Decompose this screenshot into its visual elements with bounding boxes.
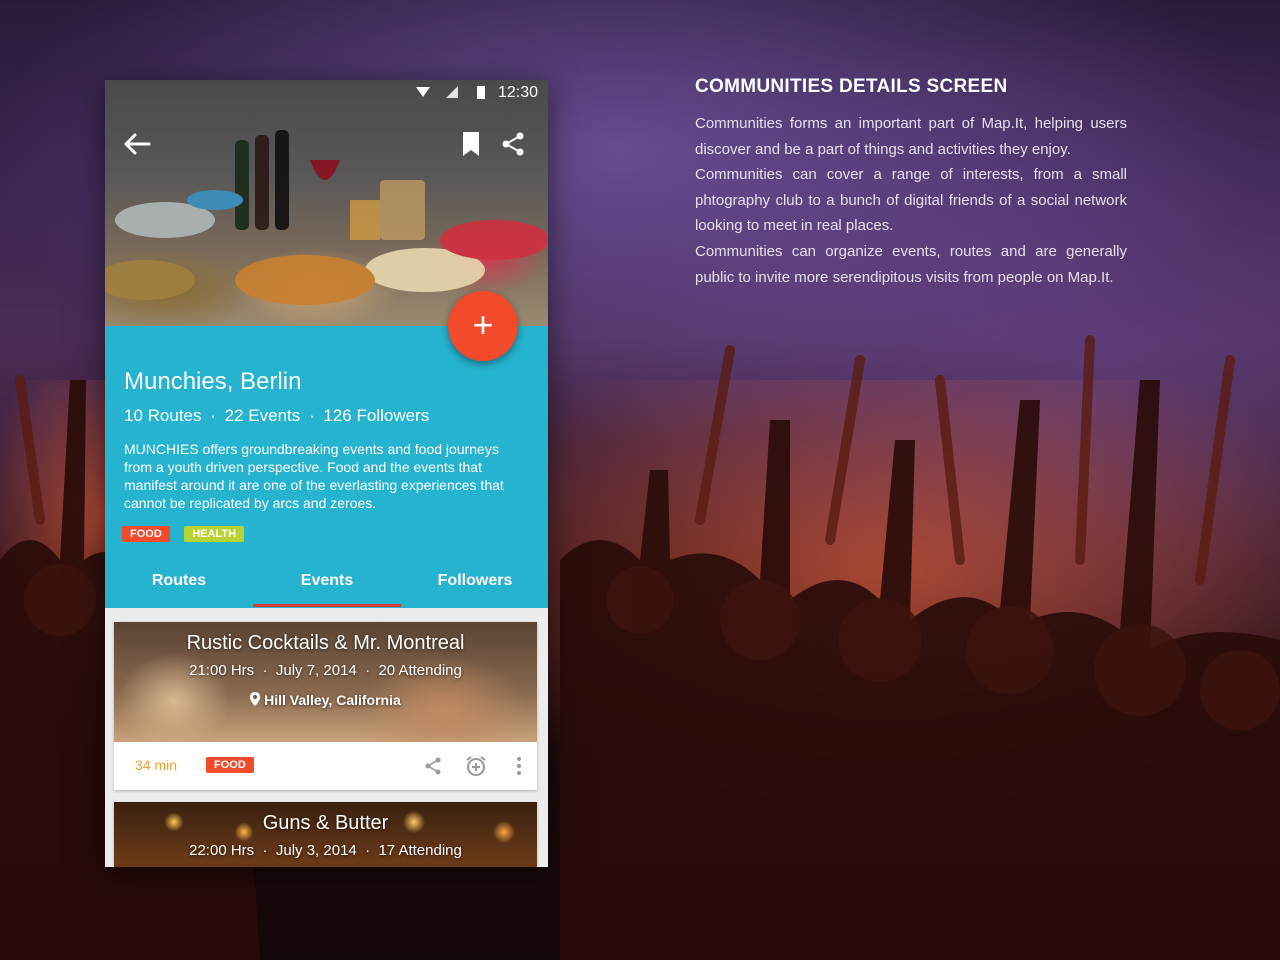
- event-date: July 3, 2014: [275, 842, 357, 859]
- community-title: Munchies, Berlin: [124, 368, 302, 395]
- routes-count: 10 Routes: [124, 406, 202, 425]
- signal-icon: [446, 86, 458, 98]
- meta-separator: ·: [365, 842, 371, 859]
- meta-separator: ·: [262, 662, 268, 679]
- active-tab-indicator: [253, 604, 401, 607]
- event-title: Guns & Butter: [262, 812, 389, 834]
- community-tags: FOOD HEALTH: [122, 524, 254, 542]
- tab-routes[interactable]: Routes: [105, 572, 253, 590]
- event-tag-food[interactable]: FOOD: [206, 757, 254, 773]
- status-bar: 12:30: [105, 80, 548, 106]
- back-arrow-icon[interactable]: [121, 128, 153, 160]
- event-location: Hill Valley, California: [114, 692, 537, 708]
- meta-separator: ·: [262, 842, 268, 859]
- more-vert-icon[interactable]: [507, 754, 531, 778]
- event-card-footer: 34 min FOOD: [114, 742, 537, 790]
- event-attending: 20 Attending: [378, 662, 462, 679]
- event-time: 22:00 Hrs: [189, 842, 255, 859]
- wifi-icon: [416, 87, 430, 97]
- description-paragraph-1: Communities forms an important part of M…: [695, 115, 1127, 158]
- event-card[interactable]: Guns & Butter 22:00 Hrs · July 3, 2014 ·…: [114, 802, 537, 867]
- events-list: Rustic Cocktails & Mr. Montreal 21:00 Hr…: [105, 608, 548, 867]
- event-time: 21:00 Hrs: [189, 662, 255, 679]
- food-photo: [105, 130, 548, 305]
- tab-events[interactable]: Events: [253, 572, 401, 590]
- followers-count: 126 Followers: [323, 406, 430, 425]
- event-location-text: Hill Valley, California: [264, 692, 401, 708]
- description-paragraph-3: Communities can organize events, routes …: [695, 243, 1127, 286]
- tag-health[interactable]: HEALTH: [184, 526, 245, 542]
- community-description: MUNCHIES offers groundbreaking events an…: [124, 441, 504, 511]
- community-info-panel: Munchies, Berlin 10 Routes · 22 Events ·…: [105, 326, 548, 608]
- event-duration: 34 min: [135, 757, 178, 773]
- tag-food[interactable]: FOOD: [122, 526, 170, 542]
- stats-separator: ·: [308, 406, 315, 425]
- share-icon[interactable]: [497, 128, 529, 160]
- events-count: 22 Events: [224, 406, 301, 425]
- add-fab-button[interactable]: +: [448, 291, 518, 361]
- description-paragraph-2: Communities can cover a range of interes…: [695, 166, 1127, 235]
- event-card[interactable]: Rustic Cocktails & Mr. Montreal 21:00 Hr…: [114, 622, 537, 790]
- phone-screen: 12:30 + Munchies, Berlin 10 Routes · 22 …: [105, 80, 548, 867]
- community-stats: 10 Routes · 22 Events · 126 Followers: [124, 406, 433, 426]
- share-icon[interactable]: [421, 754, 445, 778]
- bookmark-icon[interactable]: [455, 128, 487, 160]
- battery-icon: [477, 86, 485, 99]
- event-attending: 17 Attending: [378, 842, 462, 859]
- event-meta: 21:00 Hrs · July 7, 2014 · 20 Attending: [114, 662, 537, 679]
- stats-separator: ·: [210, 406, 216, 425]
- hero-image: 12:30: [105, 80, 548, 326]
- event-image: Rustic Cocktails & Mr. Montreal 21:00 Hr…: [114, 622, 537, 742]
- tab-followers[interactable]: Followers: [401, 572, 548, 590]
- event-meta: 22:00 Hrs · July 3, 2014 · 17 Attending: [114, 842, 537, 859]
- add-alarm-icon[interactable]: [464, 754, 488, 778]
- status-time: 12:30: [497, 84, 538, 101]
- event-title: Rustic Cocktails & Mr. Montreal: [186, 632, 465, 654]
- event-date: July 7, 2014: [275, 662, 357, 679]
- location-pin-icon: [250, 692, 261, 706]
- tab-bar: Routes Events Followers: [105, 566, 548, 608]
- event-image: Guns & Butter 22:00 Hrs · July 3, 2014 ·…: [114, 802, 537, 867]
- meta-separator: ·: [365, 662, 371, 679]
- section-heading: COMMUNITIES DETAILS SCREEN: [695, 76, 1008, 97]
